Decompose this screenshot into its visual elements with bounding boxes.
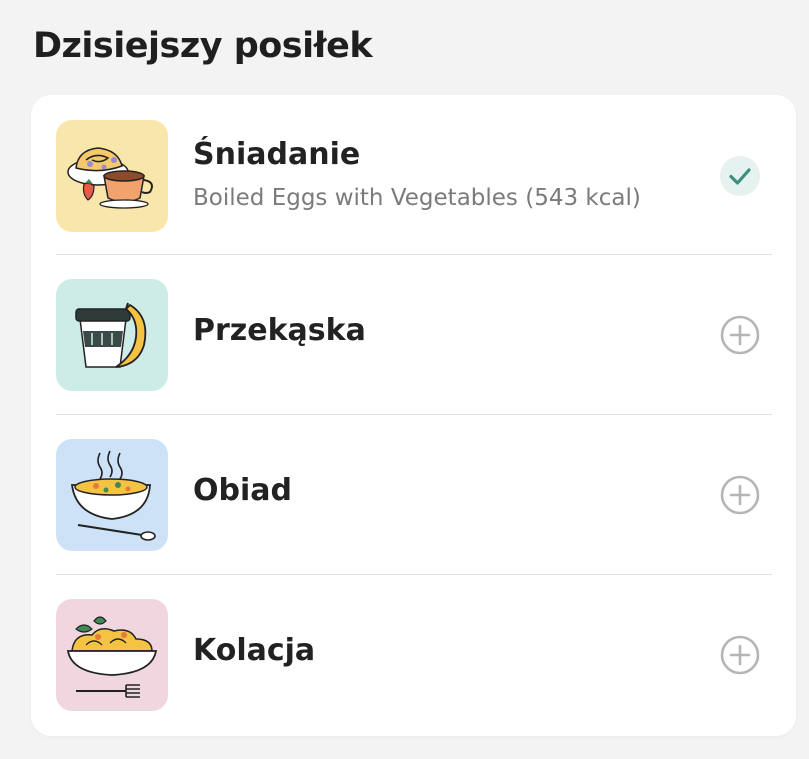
add-circle-icon — [720, 475, 760, 515]
page-title: Dzisiejszy posiłek — [33, 26, 373, 66]
breakfast-thumbnail — [56, 120, 168, 232]
breakfast-pastry-coffee-icon — [56, 120, 168, 232]
add-meal-button[interactable] — [719, 314, 761, 356]
meal-row-kolacja[interactable]: Kolacja — [56, 575, 772, 735]
meal-name: Kolacja — [193, 633, 316, 668]
snack-cup-banana-icon — [56, 279, 168, 391]
lunch-thumbnail — [56, 439, 168, 551]
meal-row-obiad[interactable]: Obiad — [56, 415, 772, 575]
add-circle-icon — [720, 315, 760, 355]
add-meal-button[interactable] — [719, 634, 761, 676]
lunch-soup-bowl-icon — [56, 439, 168, 551]
meals-card: Śniadanie Boiled Eggs with Vegetables (5… — [31, 95, 796, 736]
meal-name: Śniadanie — [193, 137, 361, 172]
meal-name: Obiad — [193, 473, 292, 508]
meal-row-sniadanie[interactable]: Śniadanie Boiled Eggs with Vegetables (5… — [56, 95, 772, 255]
logged-check-button[interactable] — [719, 155, 761, 197]
meal-row-przekaska[interactable]: Przekąska — [56, 255, 772, 415]
meal-detail: Boiled Eggs with Vegetables (543 kcal) — [193, 185, 641, 211]
meal-name: Przekąska — [193, 313, 366, 348]
check-icon — [720, 156, 760, 196]
dinner-thumbnail — [56, 599, 168, 711]
add-circle-icon — [720, 635, 760, 675]
dinner-pasta-bowl-icon — [56, 599, 168, 711]
add-meal-button[interactable] — [719, 474, 761, 516]
snack-thumbnail — [56, 279, 168, 391]
